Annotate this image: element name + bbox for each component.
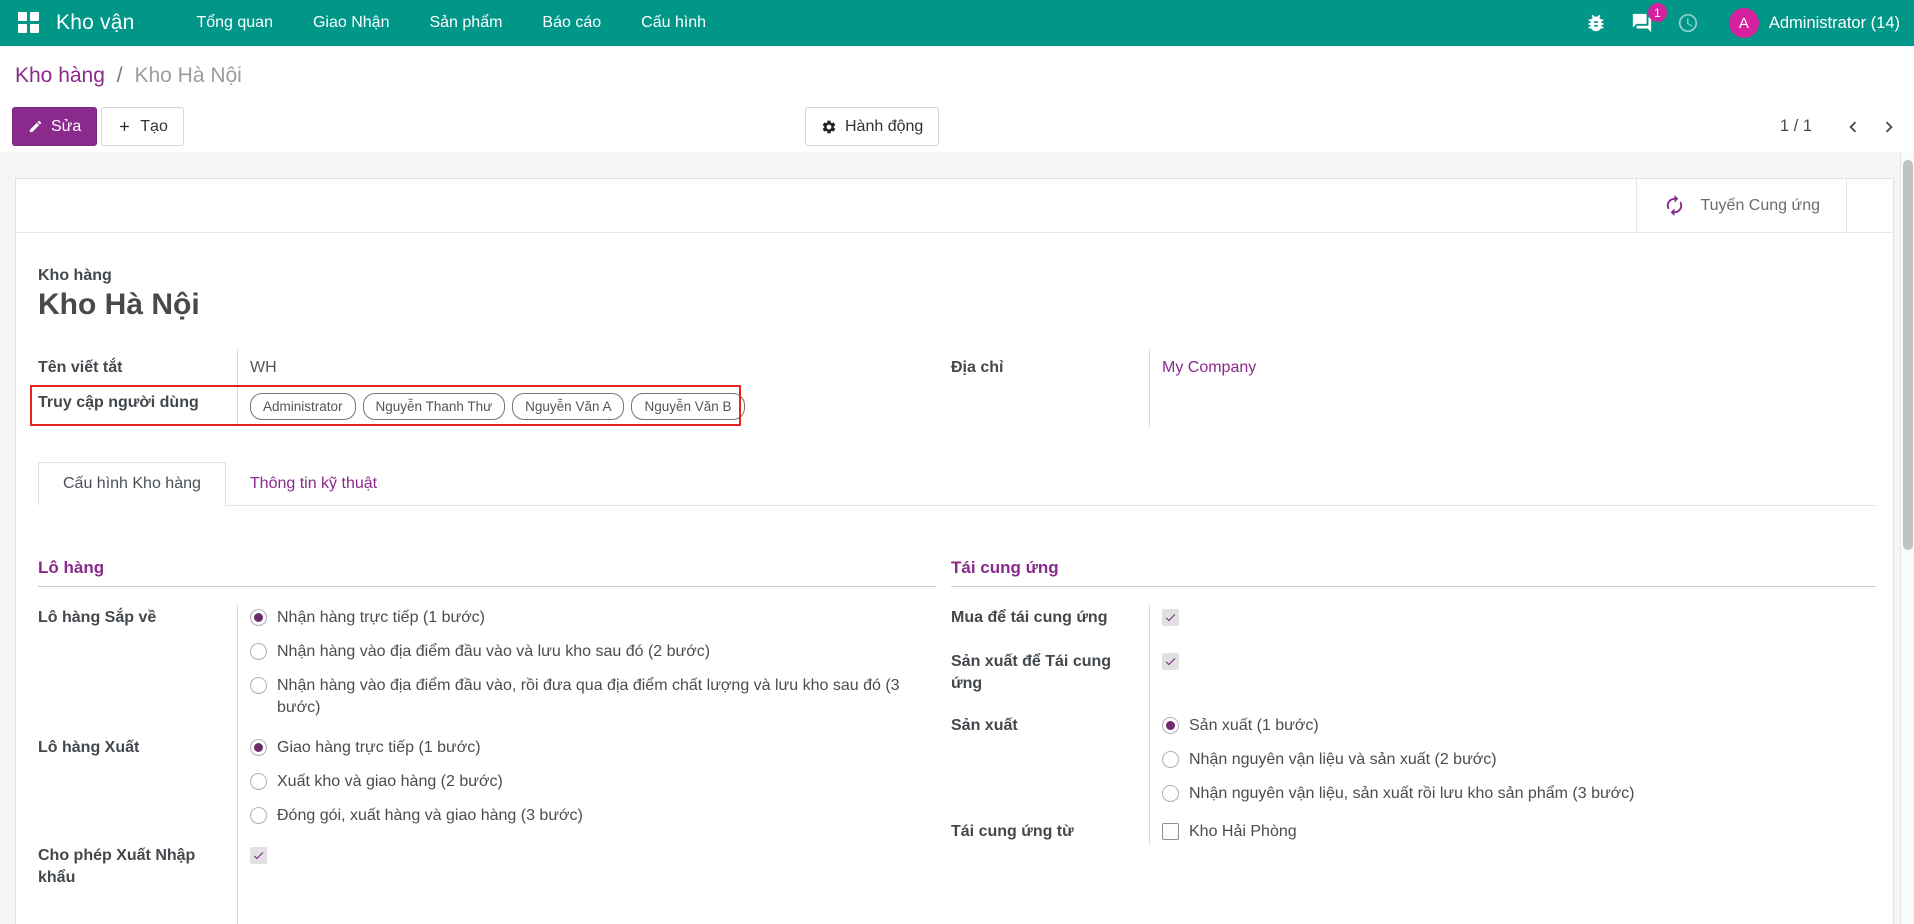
radio-icon[interactable] [250, 773, 267, 790]
shipments-group: Lô hàng Lô hàng Sắp về Nhận hàng trực ti… [38, 558, 951, 903]
app-title[interactable]: Kho vận [56, 11, 134, 35]
user-access-row: Truy cập người dùng Administrator Nguyễn… [38, 385, 936, 427]
outgoing-option-3[interactable]: Đóng gói, xuất hàng và giao hàng (3 bước… [250, 805, 936, 827]
import-export-label: Cho phép Xuất Nhập khẩu [38, 843, 237, 891]
resupply-from-option: Kho Hải Phòng [1189, 821, 1297, 843]
form-sheet: Tuyến Cung ứng Kho hàng Kho Hà Nội Tên v… [15, 178, 1894, 924]
apps-menu-icon[interactable] [18, 12, 40, 34]
radio-selected-icon[interactable] [250, 739, 267, 756]
create-button[interactable]: Tạo [101, 107, 184, 146]
incoming-option-2[interactable]: Nhận hàng vào địa điểm đầu vào và lưu kh… [250, 641, 936, 663]
incoming-option-1[interactable]: Nhận hàng trực tiếp (1 bước) [250, 607, 936, 629]
chevron-right-icon[interactable] [1878, 116, 1900, 138]
user-tag: Nguyễn Văn A [512, 393, 624, 420]
stat-button-box: Tuyến Cung ứng [16, 179, 1893, 233]
main-menu: Tổng quan Giao Nhận Sản phẩm Báo cáo Cấu… [176, 0, 726, 46]
user-tag: Nguyễn Văn B [631, 393, 744, 420]
radio-icon[interactable] [1162, 751, 1179, 768]
checkbox-checked-icon[interactable] [250, 847, 267, 864]
manufacture-option-3[interactable]: Nhận nguyên vận liệu, sản xuất rồi lưu k… [1162, 783, 1876, 805]
user-tag: Administrator [250, 393, 356, 420]
menu-item-transfers[interactable]: Giao Nhận [293, 0, 410, 46]
outgoing-label: Lô hàng Xuất [38, 735, 237, 761]
tab-technical-info[interactable]: Thông tin kỹ thuật [226, 463, 401, 505]
menu-item-products[interactable]: Sản phẩm [409, 0, 522, 46]
right-field-group: Địa chỉ My Company [951, 350, 1876, 427]
breadcrumb-separator: / [117, 64, 123, 87]
control-panel: Kho hàng / Kho Hà Nội Sửa Tạo Hành động … [0, 46, 1914, 152]
address-label: Địa chỉ [951, 350, 1149, 385]
short-name-value: WH [237, 350, 277, 385]
manufacture-option-1[interactable]: Sản xuất (1 bước) [1162, 715, 1876, 737]
edit-button[interactable]: Sửa [12, 107, 97, 146]
breadcrumb-current: Kho Hà Nội [134, 64, 241, 87]
resupply-group: Tái cung ứng Mua để tái cung ứng Sản xuấ… [951, 558, 1876, 903]
radio-icon[interactable] [250, 643, 267, 660]
outgoing-shipments-row: Lô hàng Xuất Giao hàng trực tiếp (1 bước… [38, 735, 936, 827]
activities-clock-icon[interactable] [1665, 12, 1711, 34]
incoming-option-3[interactable]: Nhận hàng vào địa điểm đầu vào, rồi đưa … [250, 675, 936, 719]
short-name-row: Tên viết tắt WH [38, 350, 936, 385]
pager-count: 1 / 1 [1780, 117, 1812, 136]
menu-item-settings[interactable]: Cấu hình [621, 0, 726, 46]
refresh-icon [1663, 194, 1686, 217]
manufacture-option-2[interactable]: Nhận nguyên vận liệu và sản xuất (2 bước… [1162, 749, 1876, 771]
debug-bug-icon[interactable] [1573, 12, 1619, 34]
supply-routes-button[interactable]: Tuyến Cung ứng [1636, 179, 1847, 232]
vertical-scrollbar[interactable] [1900, 152, 1914, 924]
radio-selected-icon[interactable] [250, 609, 267, 626]
buy-resupply-label: Mua để tái cung ứng [951, 605, 1149, 631]
radio-icon[interactable] [250, 677, 267, 694]
menu-item-reports[interactable]: Báo cáo [522, 0, 621, 46]
user-menu[interactable]: Administrator (14) [1769, 14, 1900, 33]
manufacture-resupply-row: Sản xuất để Tái cung ứng [951, 649, 1876, 697]
radio-selected-icon[interactable] [1162, 717, 1179, 734]
incoming-label: Lô hàng Sắp về [38, 605, 237, 631]
shipments-heading: Lô hàng [38, 558, 936, 587]
address-row: Địa chỉ My Company [951, 350, 1876, 385]
tab-warehouse-config[interactable]: Cấu hình Kho hàng [38, 462, 226, 506]
resupply-from-row: Tái cung ứng từ Kho Hải Phòng [951, 819, 1876, 845]
outgoing-option-1[interactable]: Giao hàng trực tiếp (1 bước) [250, 737, 936, 759]
left-field-group: Tên viết tắt WH Truy cập người dùng Admi… [38, 350, 951, 427]
resupply-from-label: Tái cung ứng từ [951, 819, 1149, 845]
plus-icon [117, 119, 132, 134]
chevron-left-icon[interactable] [1842, 116, 1864, 138]
scrollbar-thumb[interactable] [1903, 160, 1913, 550]
messages-icon[interactable]: 1 [1619, 12, 1665, 34]
incoming-shipments-row: Lô hàng Sắp về Nhận hàng trực tiếp (1 bư… [38, 605, 936, 719]
manufacture-label: Sản xuất [951, 713, 1149, 739]
user-access-tags: Administrator Nguyễn Thanh Thư Nguyễn Vă… [250, 392, 745, 420]
resupply-heading: Tái cung ứng [951, 558, 1876, 587]
breadcrumb: Kho hàng / Kho Hà Nội [15, 64, 242, 88]
top-navbar: Kho vận Tổng quan Giao Nhận Sản phẩm Báo… [0, 0, 1914, 46]
pager: 1 / 1 [1780, 107, 1900, 146]
pencil-icon [28, 119, 43, 134]
checkbox-unchecked-icon[interactable] [1162, 823, 1179, 840]
radio-icon[interactable] [250, 807, 267, 824]
short-name-label: Tên viết tắt [38, 350, 237, 385]
outgoing-option-2[interactable]: Xuất kho và giao hàng (2 bước) [250, 771, 936, 793]
buy-resupply-row: Mua để tái cung ứng [951, 605, 1876, 631]
content-area: Tuyến Cung ứng Kho hàng Kho Hà Nội Tên v… [0, 152, 1914, 924]
manufacture-resupply-label: Sản xuất để Tái cung ứng [951, 649, 1149, 697]
checkbox-checked-icon[interactable] [1162, 653, 1179, 670]
user-avatar[interactable]: A [1729, 8, 1759, 38]
action-menu-button[interactable]: Hành động [805, 107, 939, 146]
user-tag: Nguyễn Thanh Thư [363, 393, 506, 420]
record-type-label: Kho hàng [38, 267, 1876, 285]
notebook-tabs: Cấu hình Kho hàng Thông tin kỹ thuật [38, 459, 1876, 506]
address-link[interactable]: My Company [1149, 350, 1256, 385]
manufacture-row: Sản xuất Sản xuất (1 bước) Nhận nguyên v… [951, 713, 1876, 805]
page-title: Kho Hà Nội [38, 288, 1876, 322]
gear-icon [821, 119, 837, 135]
radio-icon[interactable] [1162, 785, 1179, 802]
breadcrumb-parent-link[interactable]: Kho hàng [15, 64, 105, 87]
import-export-row: Cho phép Xuất Nhập khẩu [38, 843, 936, 891]
user-access-label: Truy cập người dùng [38, 385, 237, 420]
menu-item-overview[interactable]: Tổng quan [176, 0, 293, 46]
checkbox-checked-icon[interactable] [1162, 609, 1179, 626]
